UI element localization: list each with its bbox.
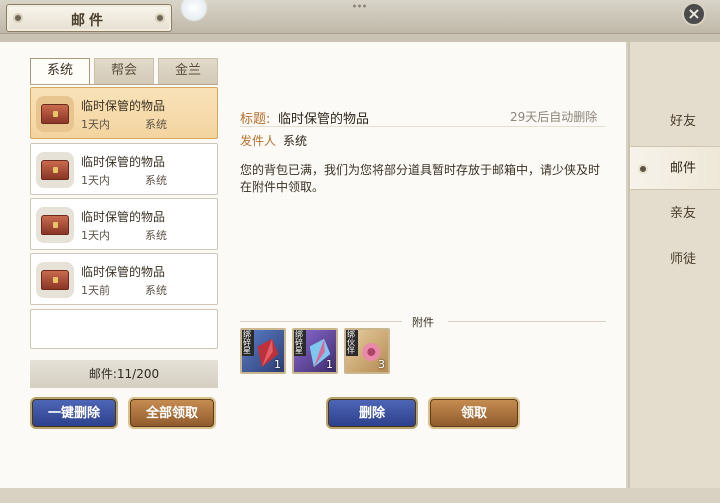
ornament-knob-icon xyxy=(155,13,165,23)
drag-handle-icon[interactable] xyxy=(352,4,368,8)
mail-item-sender: 系统 xyxy=(145,118,167,131)
mail-item-sender: 系统 xyxy=(145,284,167,297)
mail-title: 临时保管的物品 xyxy=(278,112,370,127)
attachment-slot[interactable]: 绑碎星 1 xyxy=(292,328,338,374)
active-indicator-icon xyxy=(638,164,648,174)
mail-item-time: 1天内 xyxy=(81,174,110,187)
delete-all-button[interactable]: 一键删除 xyxy=(30,397,118,429)
claim-button[interactable]: 领取 xyxy=(428,397,520,429)
divider xyxy=(240,126,606,127)
side-nav-label: 师徒 xyxy=(670,252,697,267)
attachment-qty: 1 xyxy=(326,358,333,371)
mail-item-time: 1天内 xyxy=(81,229,110,242)
attachment-label: 附件 xyxy=(412,316,434,329)
side-nav-relatives[interactable]: 亲友 xyxy=(630,192,720,236)
close-button[interactable]: × xyxy=(682,2,706,26)
attachment-qty: 3 xyxy=(378,358,385,371)
chest-icon xyxy=(36,152,74,188)
mail-item[interactable]: 临时保管的物品 1天内 系统 xyxy=(30,143,218,195)
attachment-slot[interactable]: 绑伙伴 3 xyxy=(344,328,390,374)
attachment-tag: 绑碎星 xyxy=(294,330,306,356)
divider xyxy=(448,321,606,322)
mail-item[interactable]: 临时保管的物品 1天内 系统 xyxy=(30,198,218,250)
delete-button[interactable]: 删除 xyxy=(326,397,418,429)
mail-item-name: 临时保管的物品 xyxy=(81,210,166,224)
mail-item-name: 临时保管的物品 xyxy=(81,155,166,169)
divider xyxy=(240,321,402,322)
side-nav-mentorship[interactable]: 师徒 xyxy=(630,238,720,282)
tab-guild[interactable]: 帮会 xyxy=(94,58,154,84)
side-nav: 好友 邮件 亲友 师徒 xyxy=(630,42,720,488)
side-nav-friends[interactable]: 好友 xyxy=(630,100,720,144)
side-nav-label: 亲友 xyxy=(670,206,697,221)
claim-all-button[interactable]: 全部领取 xyxy=(128,397,216,429)
tab-sworn-siblings[interactable]: 金兰 xyxy=(158,58,218,84)
bottom-strip xyxy=(0,488,720,503)
side-nav-label: 好友 xyxy=(670,114,697,129)
mail-title-label: 标题: xyxy=(240,112,271,127)
mail-count: 邮件:11/200 xyxy=(30,360,218,388)
mail-list[interactable]: 临时保管的物品 1天内 系统 临时保管的物品 1天内 系统 临时保管的物品 1天… xyxy=(30,84,218,352)
mail-category-tabs: 系统 帮会 金兰 xyxy=(30,58,218,84)
side-nav-label: 邮件 xyxy=(670,161,697,176)
mail-item-sender: 系统 xyxy=(145,229,167,242)
tab-system[interactable]: 系统 xyxy=(30,58,90,84)
mail-item-name: 临时保管的物品 xyxy=(81,265,166,279)
mail-item-name: 临时保管的物品 xyxy=(81,99,166,113)
mail-item[interactable]: 临时保管的物品 1天前 系统 xyxy=(30,253,218,305)
mail-item-time: 1天前 xyxy=(81,284,110,297)
attachment-tag: 绑伙伴 xyxy=(346,330,358,356)
mail-item-sender: 系统 xyxy=(145,174,167,187)
close-icon: × xyxy=(687,4,701,23)
window-title: 邮件 xyxy=(71,13,107,29)
window-title-tab: 邮件 xyxy=(6,4,172,32)
mail-item[interactable]: 临时保管的物品 1天内 系统 xyxy=(30,87,218,139)
mail-item-partial[interactable] xyxy=(30,309,218,349)
side-nav-mail[interactable]: 邮件 xyxy=(630,146,720,190)
sender-label: 发件人 xyxy=(240,134,277,148)
chest-icon xyxy=(36,96,74,132)
mail-item-time: 1天内 xyxy=(81,118,110,131)
attachment-qty: 1 xyxy=(274,358,281,371)
auto-delete-notice: 29天后自动删除 xyxy=(510,110,598,124)
attachment-tag: 绑碎星 xyxy=(242,330,254,356)
chest-icon xyxy=(36,207,74,243)
attachment-slot[interactable]: 绑碎星 1 xyxy=(240,328,286,374)
chest-icon xyxy=(36,262,74,298)
mail-body: 您的背包已满，我们为您将部分道具暂时存放于邮箱中，请少侠及时在附件中领取。 xyxy=(240,163,601,194)
sender-value: 系统 xyxy=(283,134,308,148)
